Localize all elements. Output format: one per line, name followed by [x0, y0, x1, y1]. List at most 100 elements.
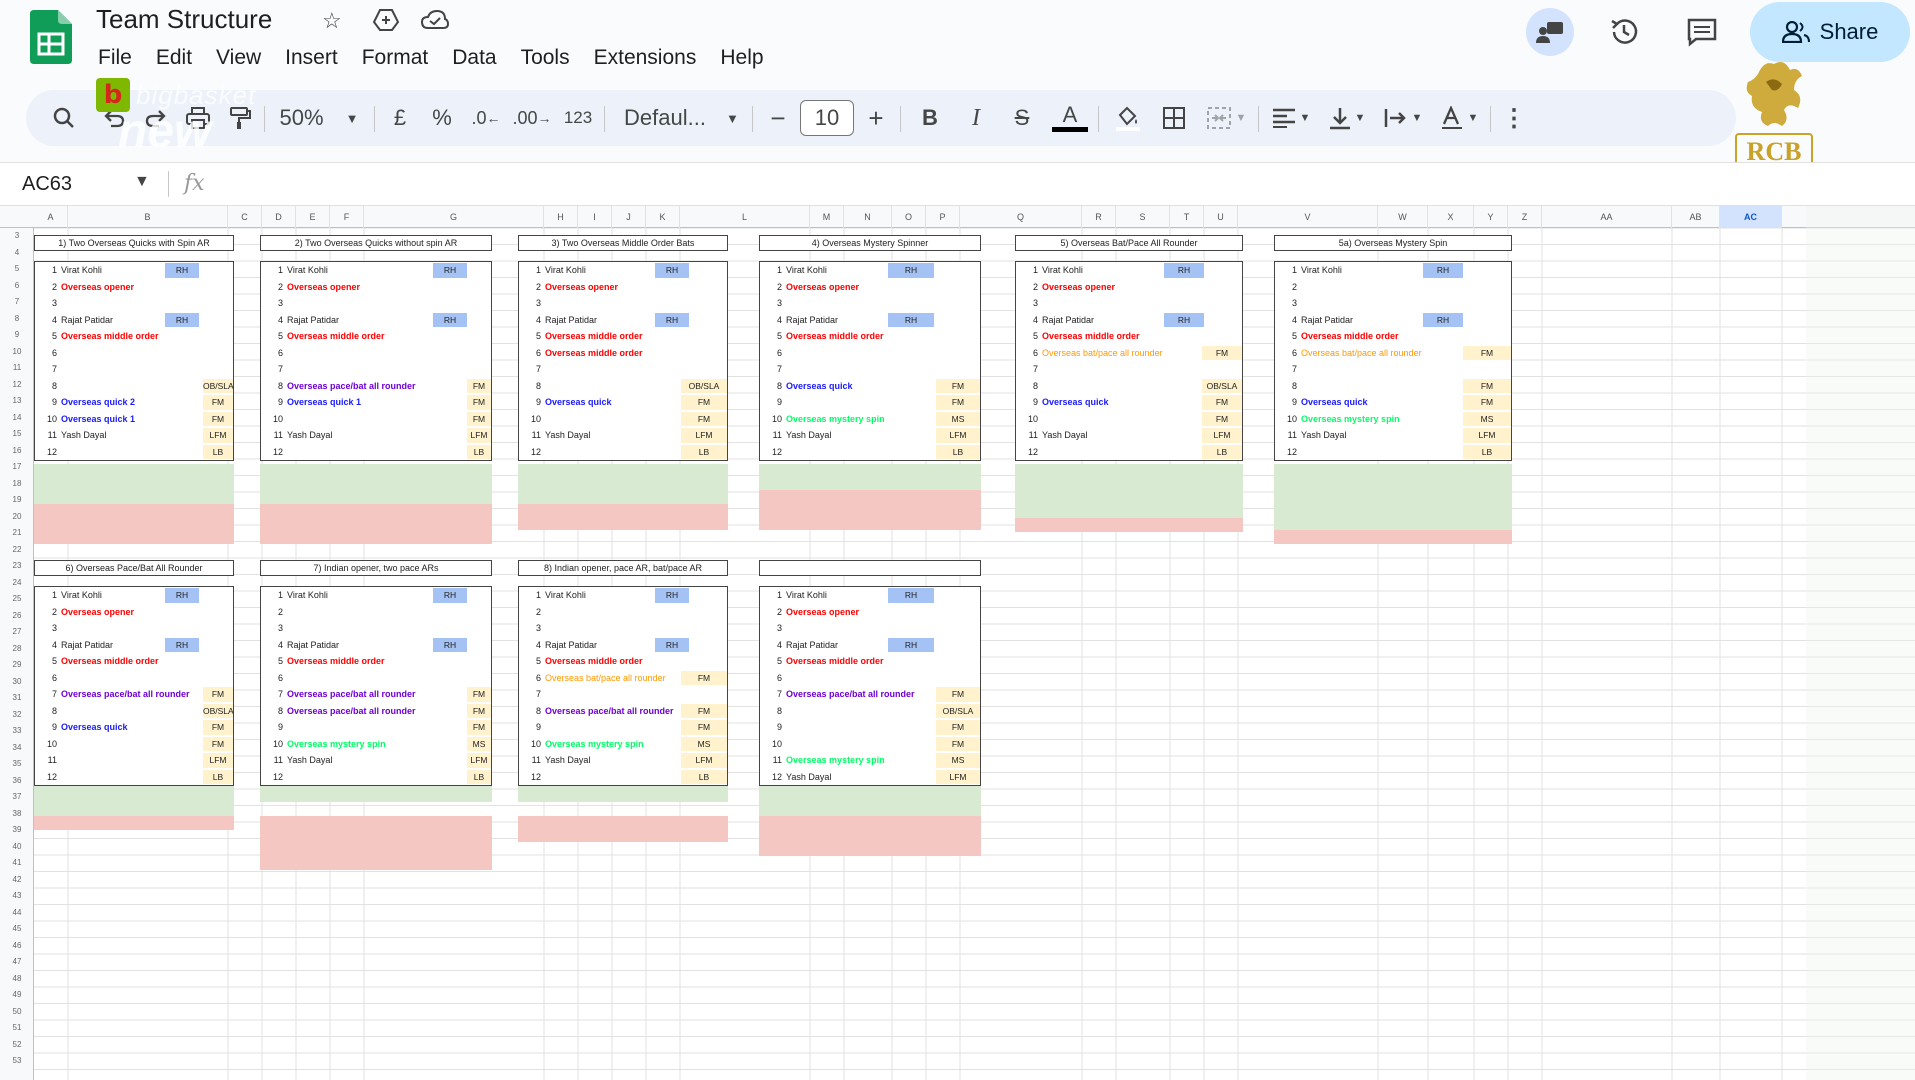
roster-row[interactable]: 9 Overseas quick FM [1275, 394, 1513, 411]
roster-row[interactable]: 10 FM [519, 411, 729, 428]
column-header[interactable]: Q [960, 206, 1082, 228]
column-header[interactable]: AC [1720, 206, 1782, 228]
roster-row[interactable]: 11 Yash Dayal LFM [261, 427, 493, 444]
column-header[interactable]: O [892, 206, 926, 228]
block-title[interactable]: 7) Indian opener, two pace ARs [260, 560, 492, 576]
roster-row[interactable]: 12 LB [35, 769, 235, 786]
column-header[interactable]: K [646, 206, 680, 228]
currency-format-button[interactable]: £ [384, 90, 416, 146]
roster-row[interactable]: 10 FM [261, 411, 493, 428]
column-header[interactable]: U [1204, 206, 1238, 228]
row-header[interactable]: 14 [0, 413, 34, 422]
roster-row[interactable]: 7 Overseas pace/bat all rounder FM [261, 686, 493, 703]
roster-row[interactable]: 5 Overseas middle order [760, 328, 982, 345]
menu-edit[interactable]: Edit [144, 44, 204, 72]
roster-row[interactable]: 6 Overseas middle order [519, 345, 729, 362]
increase-font-size-button[interactable]: + [860, 90, 892, 146]
row-header[interactable]: 7 [0, 297, 34, 306]
menu-view[interactable]: View [204, 44, 273, 72]
roster-row[interactable]: 3 [35, 620, 235, 637]
roster-row[interactable]: 9 FM [760, 719, 982, 736]
row-header[interactable]: 8 [0, 314, 34, 323]
roster-row[interactable]: 2 [1275, 279, 1513, 296]
italic-button[interactable]: I [958, 90, 994, 146]
roster-row[interactable]: 7 [519, 361, 729, 378]
roster-row[interactable]: 4 Rajat Patidar RH [1016, 312, 1244, 329]
row-header[interactable]: 42 [0, 875, 34, 884]
row-header[interactable]: 41 [0, 858, 34, 867]
row-header[interactable]: 16 [0, 446, 34, 455]
menu-insert[interactable]: Insert [273, 44, 350, 72]
block-title[interactable]: 3) Two Overseas Middle Order Bats [518, 235, 728, 251]
roster-row[interactable]: 7 Overseas pace/bat all rounder FM [35, 686, 235, 703]
column-header[interactable]: T [1170, 206, 1204, 228]
row-header[interactable]: 39 [0, 825, 34, 834]
roster-row[interactable]: 7 [760, 361, 982, 378]
roster-row[interactable]: 12 LB [1275, 444, 1513, 461]
roster-row[interactable]: 9 Overseas quick FM [519, 394, 729, 411]
roster-row[interactable]: 1 Virat Kohli RH [1275, 262, 1513, 279]
roster-row[interactable]: 4 Rajat Patidar RH [760, 637, 982, 654]
green-band[interactable] [1015, 464, 1243, 518]
roster-row[interactable]: 6 [261, 670, 493, 687]
roster-row[interactable]: 6 [35, 670, 235, 687]
more-options-button[interactable]: ⋮ [1496, 90, 1532, 146]
fill-color-button[interactable] [1108, 90, 1148, 146]
green-band[interactable] [1274, 464, 1512, 530]
roster-row[interactable]: 2 Overseas opener [35, 279, 235, 296]
row-header[interactable]: 17 [0, 462, 34, 471]
roster-row[interactable]: 4 Rajat Patidar RH [1275, 312, 1513, 329]
roster-row[interactable]: 2 Overseas opener [760, 604, 982, 621]
borders-button[interactable] [1154, 90, 1194, 146]
strikethrough-button[interactable]: S [1004, 90, 1040, 146]
menu-help[interactable]: Help [708, 44, 775, 72]
roster-row[interactable]: 3 [519, 620, 729, 637]
roster-row[interactable]: 5 Overseas middle order [760, 653, 982, 670]
red-band[interactable] [518, 504, 728, 530]
decrease-font-size-button[interactable]: − [762, 90, 794, 146]
column-header[interactable]: Y [1474, 206, 1508, 228]
roster-row[interactable]: 1 Virat Kohli RH [261, 262, 493, 279]
row-header[interactable]: 52 [0, 1040, 34, 1049]
version-history-button[interactable] [1600, 8, 1648, 56]
percent-format-button[interactable]: % [424, 90, 460, 146]
roster-row[interactable]: 4 Rajat Patidar RH [35, 637, 235, 654]
row-header[interactable]: 27 [0, 627, 34, 636]
roster-row[interactable]: 4 Rajat Patidar RH [760, 312, 982, 329]
roster-row[interactable]: 10 FM [760, 736, 982, 753]
row-header[interactable]: 13 [0, 396, 34, 405]
column-header[interactable]: R [1082, 206, 1116, 228]
font-family-select[interactable]: Defaul... ▼ [614, 90, 744, 146]
menu-file[interactable]: File [96, 44, 144, 72]
roster-row[interactable]: 6 Overseas bat/pace all rounder FM [1016, 345, 1244, 362]
zoom-select[interactable]: 50% ▼ [274, 90, 364, 146]
horizontal-align-button[interactable]: ▼ [1266, 90, 1316, 146]
roster-row[interactable]: 10 Overseas quick 1 FM [35, 411, 235, 428]
roster-row[interactable]: 7 [35, 361, 235, 378]
roster-row[interactable]: 7 [261, 361, 493, 378]
text-rotation-button[interactable]: ▼ [1434, 90, 1484, 146]
roster-row[interactable]: 3 [760, 620, 982, 637]
spreadsheet-grid[interactable]: A B C D E F G H I J K L M N O P Q R S T U V W X Y Z AA AB AC 3456789… [0, 206, 1915, 1080]
row-header[interactable]: 28 [0, 644, 34, 653]
column-header[interactable]: X [1428, 206, 1474, 228]
red-band[interactable] [1274, 530, 1512, 544]
row-header[interactable]: 47 [0, 957, 34, 966]
roster-row[interactable]: 8 FM [1275, 378, 1513, 395]
column-header[interactable]: A [34, 206, 68, 228]
roster-row[interactable]: 5 Overseas middle order [35, 328, 235, 345]
menu-format[interactable]: Format [350, 44, 441, 72]
roster-row[interactable]: 3 [1016, 295, 1244, 312]
vertical-align-button[interactable]: ▼ [1322, 90, 1372, 146]
roster-row[interactable]: 2 [519, 604, 729, 621]
row-header[interactable]: 18 [0, 479, 34, 488]
red-band[interactable] [260, 504, 492, 544]
roster-row[interactable]: 1 Virat Kohli RH [760, 587, 982, 604]
column-header[interactable]: AB [1672, 206, 1720, 228]
roster-row[interactable]: 1 Virat Kohli RH [261, 587, 493, 604]
roster-row[interactable]: 9 FM [519, 719, 729, 736]
green-band[interactable] [260, 464, 492, 504]
red-band[interactable] [1015, 518, 1243, 532]
roster-row[interactable]: 10 Overseas mystery spin MS [760, 411, 982, 428]
roster-row[interactable]: 1 Virat Kohli RH [1016, 262, 1244, 279]
